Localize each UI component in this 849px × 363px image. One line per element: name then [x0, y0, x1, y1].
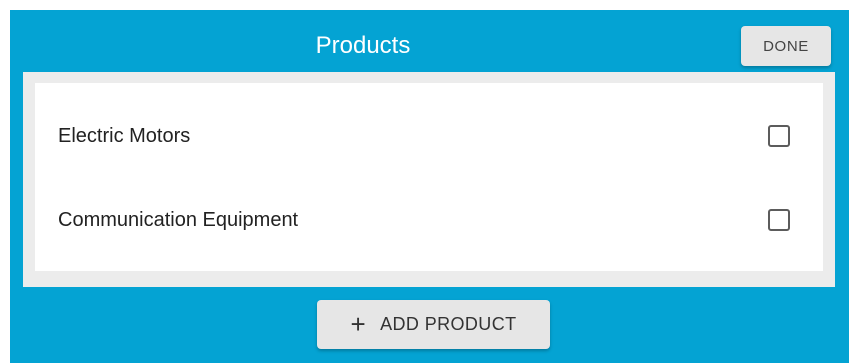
- product-name: Communication Equipment: [58, 209, 299, 231]
- products-panel: Products DONE Electric Motors Communicat…: [10, 10, 849, 363]
- add-product-button[interactable]: + ADD PRODUCT: [317, 300, 550, 349]
- product-list-container: Electric Motors Communication Equipment: [23, 72, 835, 287]
- product-checkbox[interactable]: [768, 209, 790, 231]
- list-item[interactable]: Electric Motors: [35, 106, 823, 166]
- done-button[interactable]: DONE: [741, 26, 831, 66]
- page-title: Products: [315, 32, 411, 59]
- list-item[interactable]: Communication Equipment: [35, 190, 823, 250]
- product-list: Electric Motors Communication Equipment: [35, 83, 823, 271]
- add-product-label: ADD PRODUCT: [380, 314, 517, 334]
- plus-icon: +: [350, 308, 367, 339]
- product-name: Electric Motors: [58, 125, 191, 147]
- product-checkbox[interactable]: [768, 125, 790, 147]
